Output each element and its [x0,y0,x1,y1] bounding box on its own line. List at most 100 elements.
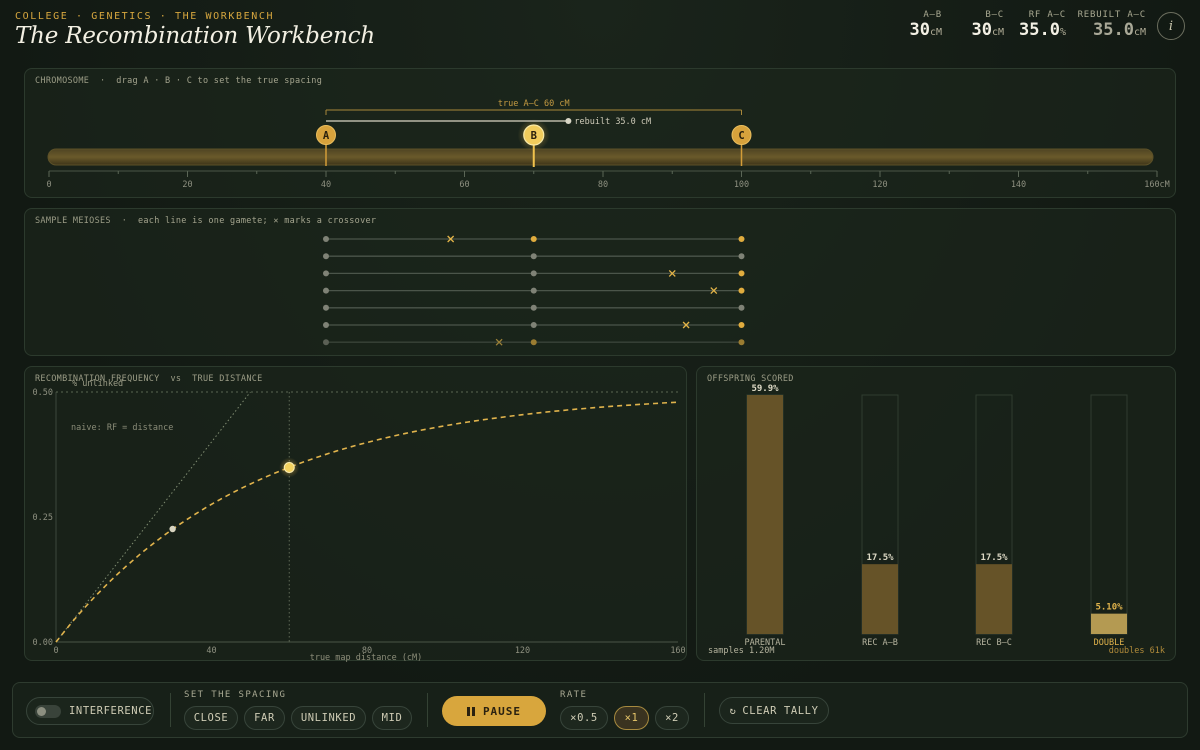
stat-value: 35.0 [1093,20,1134,40]
pause-button[interactable]: PAUSE [442,696,546,726]
naive-label: naive: RF = distance [71,423,173,433]
bar-value-label: 5.10% [1095,603,1123,613]
info-icon: i [1168,18,1174,34]
allele-c [738,287,745,294]
rate-label: RATE [560,690,588,700]
rate-1x-button[interactable]: ×1 [614,706,649,730]
gamete-row [323,338,745,346]
gamete-row [323,287,745,295]
bar-value-label: 17.5% [980,553,1008,563]
bar-rec-b-c [976,564,1012,634]
rate-half-button[interactable]: ×0.5 [560,706,608,730]
divider [704,693,705,727]
stat-label: A–B [923,10,942,20]
stat-label: RF A–C [1028,10,1066,20]
breadcrumb: COLLEGE · GENETICS · THE WORKBENCH [15,11,275,22]
meioses-plot [323,235,745,346]
allele-b [530,339,537,346]
refresh-icon: ↻ [729,704,737,717]
gamete-row [323,304,745,311]
rf-ylabel: % unlinked [72,379,123,389]
interference-label: INTERFERENCE [69,705,153,717]
chromosome-tick-label: 20 [182,180,192,190]
gamete-row [323,321,745,329]
spacing-far-button[interactable]: FAR [244,706,285,730]
rf-x-tick-label: 40 [206,646,216,656]
allele-a [323,236,329,242]
allele-a [323,270,329,277]
stat-b-c: B–C 30cM [960,10,1004,40]
toggle-switch[interactable] [35,705,61,718]
bar-track [1090,394,1128,635]
rf-panel: RECOMBINATION FREQUENCY vs TRUE DISTANCE… [24,366,688,662]
allele-c [738,270,745,277]
stat-label: B–C [985,10,1004,20]
gamete-row [323,269,745,277]
divider [427,693,428,727]
allele-c [738,253,745,260]
rf-y-tick-label: 0.00 [33,638,53,648]
divider [170,693,171,727]
chromosome-tick-label: 40 [321,180,331,190]
bar-category-label: PARENTAL [745,638,786,648]
stat-label: REBUILT A–C [1077,10,1146,20]
stat-unit: % [1059,27,1066,38]
chromosome-tick-label: 160cM [1144,180,1170,190]
rf-chart[interactable]: % unlinked naive: RF = distance true map… [25,367,688,662]
bar-double [1091,613,1127,634]
rf-x-tick-label: 80 [362,646,372,656]
bar-category-label: REC A–B [862,638,898,648]
rebuilt-distance-label: rebuilt 35.0 cM [574,117,651,127]
gamete-row [323,253,745,260]
page-title: The Recombination Workbench [15,23,376,49]
allele-c [738,339,745,346]
allele-b [530,253,537,260]
spacing-label: SET THE SPACING [184,690,287,700]
bar-rec-a-b [862,564,898,634]
allele-c [738,322,745,328]
toggle-knob [37,707,46,716]
chromosome-tick-label: 120 [872,180,887,190]
stat-a-b: A–B 30cM [900,10,942,40]
allele-b [530,322,537,328]
spacing-unlinked-button[interactable]: UNLINKED [291,706,366,730]
chromosome-tick-label: 100 [734,180,749,190]
stat-value: 30 [909,20,930,40]
meioses-panel: SAMPLE MEIOSES · each line is one gamete… [24,208,1176,356]
info-button[interactable]: i [1157,12,1185,40]
spacing-close-button[interactable]: CLOSE [184,706,238,730]
stat-value: 30 [971,20,992,40]
gamete-row [323,235,745,243]
stat-unit: cM [929,27,942,38]
allele-c [738,236,745,242]
haldane-curve [55,401,679,643]
bar-parental [747,395,783,634]
ab-point [169,525,176,533]
bar-category-label: REC B–C [976,638,1012,648]
allele-a [323,287,329,294]
stat-unit: cM [991,27,1004,38]
allele-b [530,304,537,311]
current-point[interactable] [283,462,295,473]
bar-category-label: DOUBLE [1094,638,1125,648]
pause-icon [466,706,475,716]
rate-2x-button[interactable]: ×2 [655,706,689,730]
allele-a [323,339,329,346]
locus-label: A [323,130,330,142]
clear-tally-button[interactable]: ↻ CLEAR TALLY [719,697,829,724]
pause-label: PAUSE [482,704,522,718]
chromosome-panel: CHROMOSOME · drag A · B · C to set the t… [24,68,1176,198]
locus-label: C [738,130,744,142]
rf-x-tick-label: 120 [515,646,530,656]
rf-x-tick-label: 160 [670,646,685,656]
chromosome-track[interactable]: 0 20 40 60 80 100 120 140 160cM A B C true A–C 60 … [25,69,1177,199]
offspring-panel: OFFSPRING SCORED samples 1.20M doubles 6… [696,366,1176,661]
locus-label: B [531,130,537,142]
allele-a [323,304,329,311]
stat-value: 35.0 [1019,20,1060,40]
allele-c [738,304,745,311]
bar-value-label: 17.5% [866,553,894,563]
spacing-mid-button[interactable]: MID [372,706,412,730]
stat-unit: cM [1133,27,1146,38]
interference-toggle[interactable]: INTERFERENCE [26,697,154,725]
